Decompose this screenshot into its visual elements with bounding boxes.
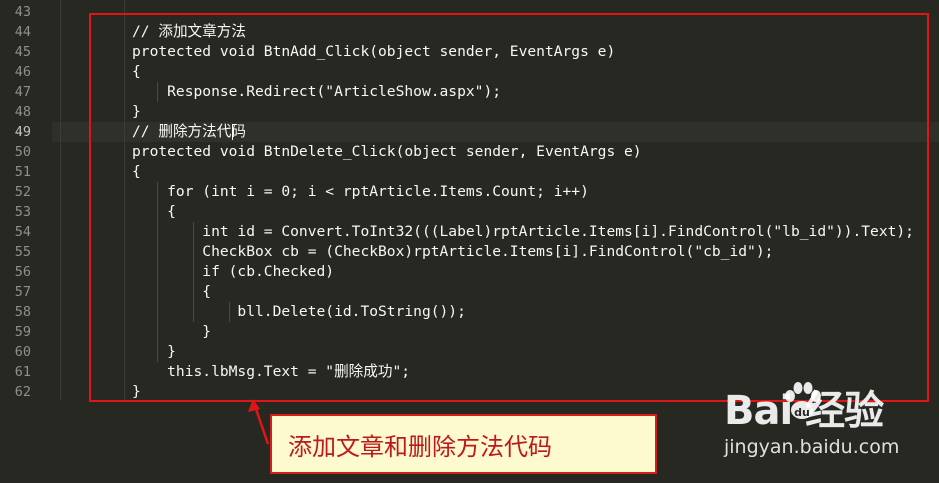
line-number-gutter: 43 44 45 46 47 48 49 50 51 52 53 54 55 56 57 58 59 60 61 62 xyxy=(0,0,52,483)
line-number: 43 xyxy=(14,4,31,20)
line-number: 59 xyxy=(14,324,31,340)
line-number: 50 xyxy=(14,144,31,160)
line-number: 54 xyxy=(14,224,31,240)
line-number: 52 xyxy=(14,184,31,200)
line-number: 53 xyxy=(14,204,31,220)
line-number: 61 xyxy=(14,364,31,380)
line-number: 56 xyxy=(14,264,31,280)
svg-text:du: du xyxy=(794,406,810,419)
line-number: 45 xyxy=(14,44,31,60)
line-number: 55 xyxy=(14,244,31,260)
line-number: 46 xyxy=(14,64,31,80)
watermark-url: jingyan.baidu.com xyxy=(724,436,900,458)
callout-label: 添加文章和删除方法代码 xyxy=(270,414,657,474)
highlight-box xyxy=(89,13,929,402)
line-number: 62 xyxy=(14,384,31,400)
line-number: 47 xyxy=(14,84,31,100)
baidu-paw-icon: du xyxy=(785,382,821,419)
line-number: 48 xyxy=(14,104,31,120)
callout-text: 添加文章和删除方法代码 xyxy=(288,432,552,461)
line-number: 60 xyxy=(14,344,31,360)
line-number: 51 xyxy=(14,164,31,180)
baidu-watermark: Bai 经验 du jingyan.baidu.com xyxy=(724,378,924,468)
line-number: 49 xyxy=(14,124,31,140)
indent-column-line xyxy=(60,0,61,400)
line-number: 57 xyxy=(14,284,31,300)
line-number: 58 xyxy=(14,304,31,320)
line-number: 44 xyxy=(14,24,31,40)
